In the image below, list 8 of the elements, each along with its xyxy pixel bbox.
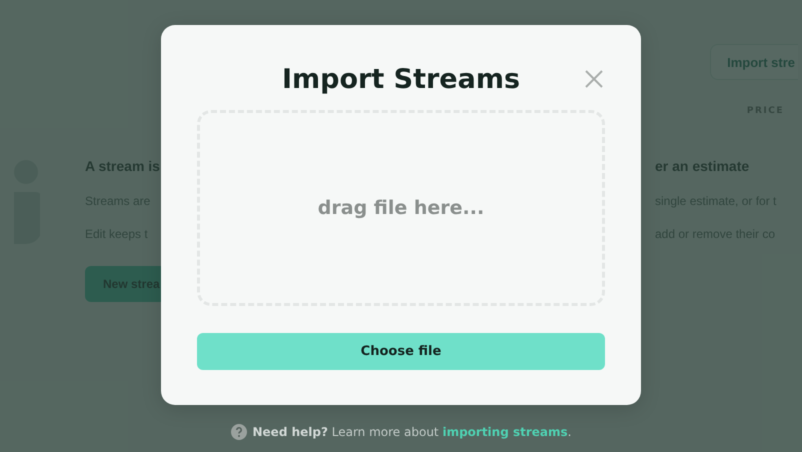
drop-zone[interactable]: drag file here... [197,110,605,306]
help-icon [230,424,246,440]
drop-zone-text: drag file here... [318,197,484,219]
choose-file-button[interactable]: Choose file [197,333,605,370]
dialog-title: Import Streams [282,64,520,94]
help-link[interactable]: importing streams [442,425,568,439]
help-text: Need help? Learn more about importing streams. [252,425,572,439]
close-icon[interactable] [585,70,603,88]
